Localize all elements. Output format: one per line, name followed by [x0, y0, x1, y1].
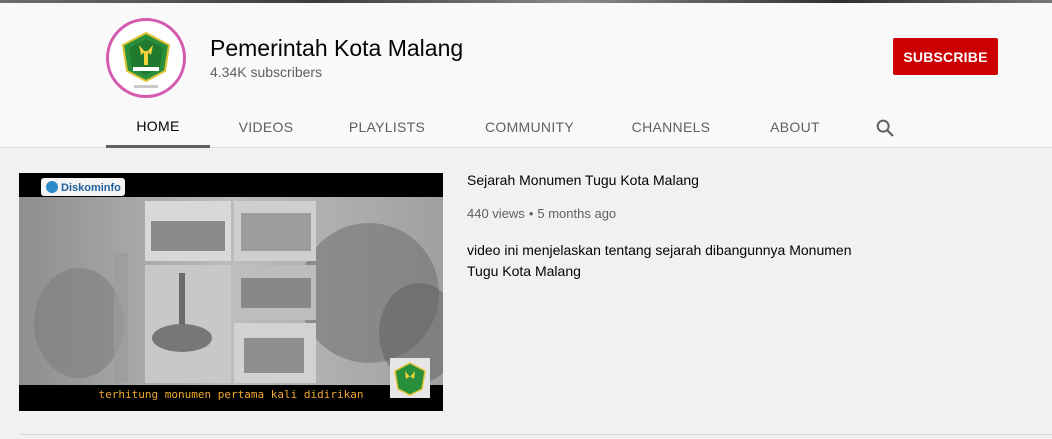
channel-header: Pemerintah Kota Malang 4.34K subscribers…	[0, 3, 1052, 148]
channel-title: Pemerintah Kota Malang	[210, 35, 464, 61]
tab-videos[interactable]: VIDEOS	[210, 106, 322, 148]
tab-about[interactable]: ABOUT	[735, 106, 855, 148]
thumbnail-logo-text: Diskominfo	[61, 182, 121, 194]
tab-playlists[interactable]: PLAYLISTS	[322, 106, 452, 148]
featured-video-thumbnail[interactable]: Diskominfo terhitung monumen pertama kal…	[19, 173, 443, 411]
featured-video-description: video ini menjelaskan tentang sejarah di…	[467, 242, 852, 279]
tab-channels[interactable]: CHANNELS	[607, 106, 735, 148]
tab-community[interactable]: COMMUNITY	[452, 106, 607, 148]
featured-video-meta: 440 views • 5 months ago	[467, 206, 616, 221]
search-icon	[876, 119, 894, 137]
section-divider	[19, 434, 1052, 435]
thumbnail-caption: terhitung monumen pertama kali didirikan	[99, 388, 364, 401]
subscriber-count: 4.34K subscribers	[210, 64, 323, 80]
view-count: 440 views	[467, 206, 525, 221]
malang-city-emblem-icon	[113, 25, 179, 91]
subscribe-button[interactable]: SUBSCRIBE	[893, 38, 998, 75]
channel-search-button[interactable]	[871, 114, 899, 142]
meta-separator: •	[528, 206, 534, 221]
tab-home[interactable]: HOME	[106, 106, 210, 148]
upload-age: 5 months ago	[537, 206, 617, 221]
featured-video-title[interactable]: Sejarah Monumen Tugu Kota Malang	[467, 172, 699, 188]
channel-avatar[interactable]	[106, 18, 186, 98]
thumbnail-image: Diskominfo terhitung monumen pertama kal…	[19, 173, 443, 411]
